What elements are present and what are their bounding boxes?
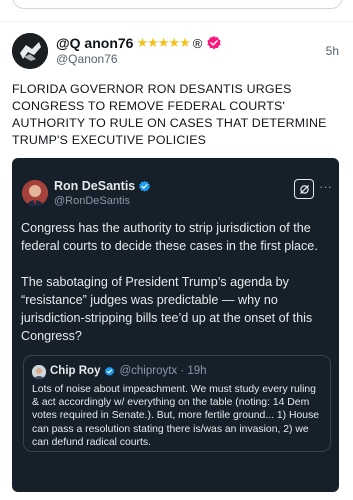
more-icon: ··· — [319, 179, 332, 194]
author-name-row[interactable]: @Q anon76 ★★★★★ ® — [56, 35, 222, 51]
embedded-paragraph-1: Congress has the authority to strip juri… — [21, 221, 318, 253]
embedded-post-text: Congress has the authority to strip juri… — [21, 219, 333, 363]
embedded-author-name: Ron DeSantis — [54, 179, 136, 193]
author-handle[interactable]: @Qanon76 — [56, 52, 118, 66]
quoted-header: Chip Roy @chiproytx · 19h — [50, 365, 207, 377]
quoted-avatar — [32, 365, 46, 379]
divider — [0, 21, 353, 22]
verified-badge-icon — [207, 36, 221, 50]
verified-badge-icon — [105, 366, 115, 376]
embedded-post-image[interactable]: Ron DeSantis @RonDeSantis ··· Congress h… — [12, 158, 339, 492]
quoted-post: Chip Roy @chiproytx · 19h Lots of noise … — [23, 355, 331, 452]
quoted-author-handle: @chiproytx · 19h — [119, 365, 207, 377]
verified-badge-icon — [139, 180, 151, 192]
previous-post-card — [12, 0, 343, 9]
quoted-text: Lots of noise about impeachment. We must… — [32, 384, 320, 448]
star-icons: ★★★★★ — [136, 35, 190, 50]
post-text: FLORIDA GOVERNOR RON DESANTIS URGES CONG… — [12, 82, 327, 147]
author-avatar[interactable] — [12, 33, 48, 69]
grok-icon — [294, 179, 314, 199]
embedded-avatar — [22, 180, 48, 206]
registered-mark: ® — [192, 35, 203, 51]
author-name[interactable]: @Q anon76 — [56, 35, 133, 51]
embedded-author-handle: @RonDeSantis — [54, 195, 130, 207]
embedded-paragraph-2: The sabotaging of President Trump’s agen… — [21, 275, 313, 343]
post-time[interactable]: 5h — [326, 44, 339, 58]
quoted-author-name: Chip Roy — [50, 365, 101, 377]
embedded-author-name-row: Ron DeSantis — [54, 179, 151, 193]
